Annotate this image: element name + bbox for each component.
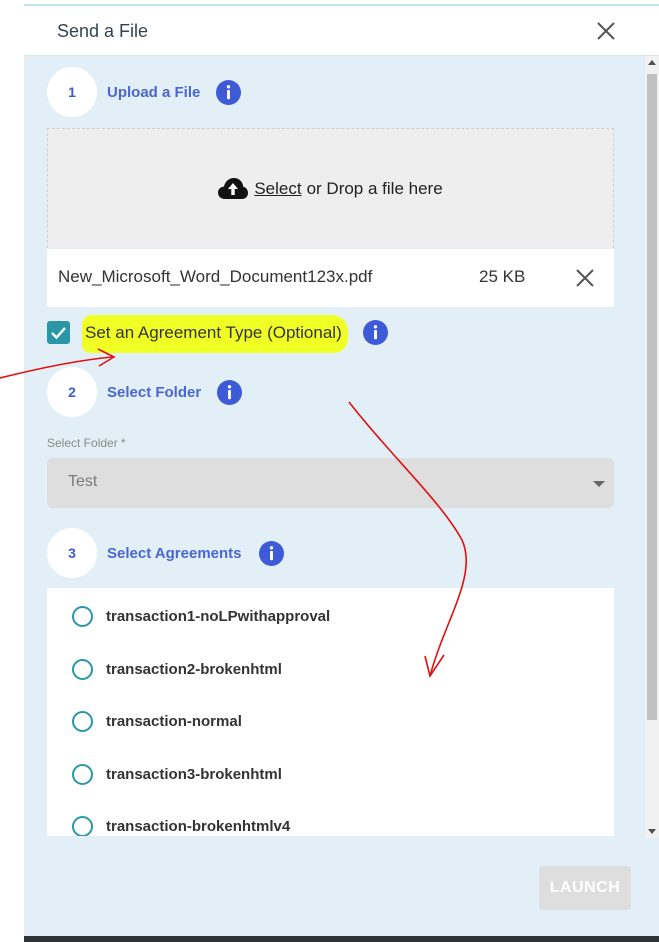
dialog-header: Send a File bbox=[24, 6, 659, 56]
close-icon[interactable] bbox=[594, 19, 618, 43]
remove-file-icon[interactable] bbox=[574, 267, 596, 289]
agreement-list: transaction1-noLPwithapproval transactio… bbox=[47, 588, 614, 836]
scroll-down-arrow-icon[interactable] bbox=[648, 829, 656, 834]
agreement-type-checkbox[interactable] bbox=[47, 321, 70, 344]
step-3-circle: 3 bbox=[47, 528, 97, 578]
agreement-option[interactable]: transaction-brokenhtmlv4 bbox=[47, 813, 614, 836]
folder-select[interactable]: Test bbox=[47, 458, 614, 508]
step-1-label: Upload a File bbox=[107, 84, 201, 101]
scroll-up-arrow-icon[interactable] bbox=[648, 60, 656, 65]
agreement-option[interactable]: transaction2-brokenhtml bbox=[47, 656, 614, 708]
radio-button[interactable] bbox=[72, 659, 93, 680]
dropdown-arrow-icon[interactable] bbox=[593, 481, 605, 487]
radio-button[interactable] bbox=[72, 606, 93, 627]
select-file-link[interactable]: Select bbox=[254, 179, 301, 199]
launch-button[interactable]: LAUNCH bbox=[539, 866, 631, 910]
scrollbar[interactable] bbox=[645, 56, 659, 838]
step-1-circle: 1 bbox=[47, 67, 97, 117]
agreement-option[interactable]: transaction1-noLPwithapproval bbox=[47, 603, 614, 655]
file-size: 25 KB bbox=[479, 267, 526, 286]
send-file-dialog: Send a File 1 Upload a File Select or Dr… bbox=[24, 6, 659, 942]
radio-button[interactable] bbox=[72, 764, 93, 785]
checkmark-icon bbox=[51, 327, 66, 340]
radio-button[interactable] bbox=[72, 816, 93, 836]
uploaded-file-row: New_Microsoft_Word_Document123x.pdf 25 K… bbox=[47, 249, 614, 307]
agreement-type-label[interactable]: Set an Agreement Type (Optional) bbox=[85, 323, 342, 343]
dropzone-text: or Drop a file here bbox=[306, 178, 443, 198]
info-icon[interactable] bbox=[216, 80, 241, 105]
folder-select-value: Test bbox=[68, 473, 98, 490]
scroll-thumb[interactable] bbox=[647, 74, 657, 720]
screen: Send a File 1 Upload a File Select or Dr… bbox=[0, 0, 659, 942]
agreement-option-label: transaction2-brokenhtml bbox=[106, 661, 282, 678]
folder-field-label: Select Folder * bbox=[47, 436, 126, 450]
agreement-option-label: transaction1-noLPwithapproval bbox=[106, 608, 331, 625]
agreement-option-label: transaction-brokenhtmlv4 bbox=[106, 818, 291, 835]
file-dropzone[interactable]: Select or Drop a file here bbox=[47, 128, 614, 248]
step-3-label: Select Agreements bbox=[107, 545, 242, 562]
agreement-option-label: transaction3-brokenhtml bbox=[106, 766, 282, 783]
radio-button[interactable] bbox=[72, 711, 93, 732]
info-icon[interactable] bbox=[363, 320, 388, 345]
dialog-title: Send a File bbox=[57, 21, 149, 41]
file-name: New_Microsoft_Word_Document123x.pdf bbox=[58, 267, 373, 286]
step-2-label: Select Folder bbox=[107, 384, 202, 401]
step-2-circle: 2 bbox=[47, 367, 97, 417]
agreement-option-label: transaction-normal bbox=[106, 713, 242, 730]
cloud-upload-icon bbox=[218, 177, 249, 199]
info-icon[interactable] bbox=[217, 380, 242, 405]
agreement-option[interactable]: transaction3-brokenhtml bbox=[47, 761, 614, 813]
bottom-bar bbox=[24, 936, 659, 942]
agreement-option[interactable]: transaction-normal bbox=[47, 708, 614, 760]
info-icon[interactable] bbox=[259, 541, 284, 566]
